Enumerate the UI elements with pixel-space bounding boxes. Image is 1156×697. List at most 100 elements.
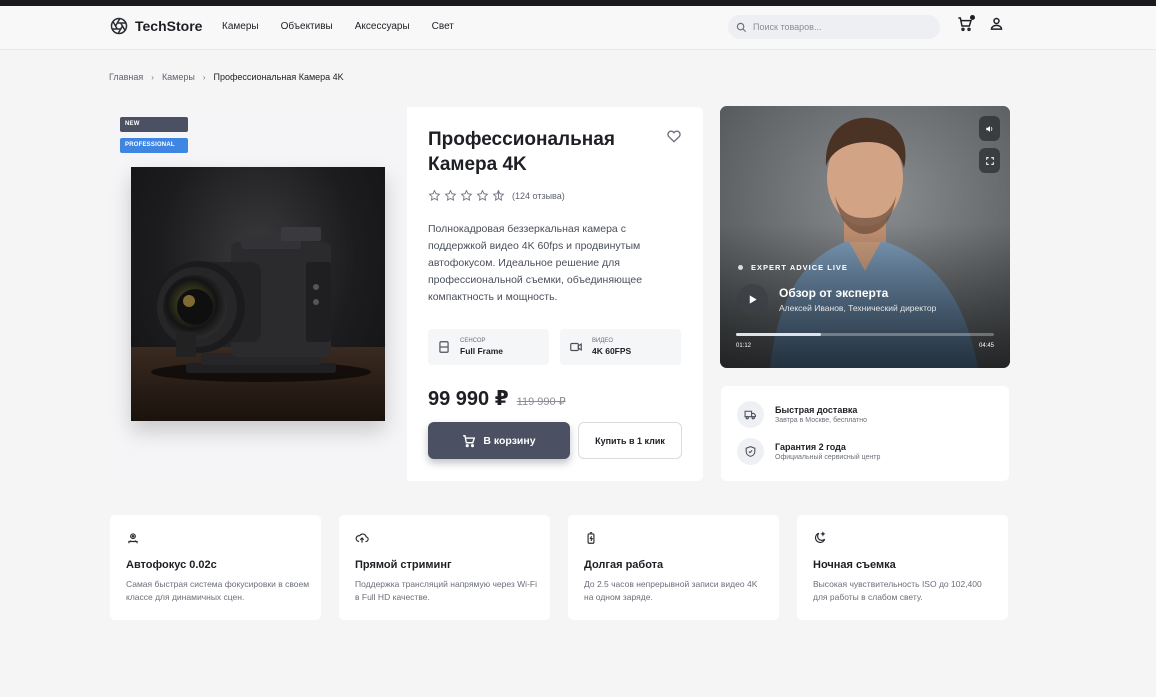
feature-description: Поддержка трансляций напрямую через Wi-F… — [355, 579, 537, 602]
spec-video: Видео 4K 60FPS — [560, 329, 681, 365]
perk-title: Быстрая доставка — [775, 405, 858, 415]
breadcrumb: Главная › Камеры › Профессиональная Каме… — [109, 72, 344, 82]
spec-label: Видео — [592, 338, 614, 344]
truck-icon — [744, 410, 756, 420]
expert-portrait-image — [720, 106, 1010, 368]
shopping-cart-icon — [463, 434, 476, 447]
price: 99 990 ₽ — [428, 388, 509, 410]
cloud-upload-icon — [355, 533, 369, 543]
product-card: NEW PROFESSIONAL Профессиональная Камера… — [110, 107, 703, 481]
old-price: 119 990 ₽ — [516, 396, 566, 408]
focus-icon — [128, 533, 138, 544]
search-icon — [736, 22, 747, 32]
spec-value: 4K 60FPS — [592, 346, 632, 356]
star-half-icon — [492, 189, 505, 201]
fullscreen-icon — [985, 156, 994, 165]
cart-indicator-dot — [970, 15, 975, 20]
star-icon — [428, 189, 441, 201]
breadcrumb-current: Профессиональная Камера 4K — [213, 72, 344, 82]
product-title: Профессиональная Камера 4K — [428, 129, 615, 175]
user-icon — [990, 17, 1003, 30]
volume-button[interactable] — [979, 116, 1000, 141]
video-progress-fill — [736, 333, 822, 336]
feature-card: Автофокус 0.02с Самая быстрая система фо… — [110, 515, 321, 620]
badge-professional: PROFESSIONAL — [120, 138, 188, 153]
live-dot — [738, 265, 743, 270]
buy-one-click-button[interactable]: Купить в 1 клик — [578, 422, 682, 459]
cart-button[interactable] — [957, 15, 975, 32]
perk-icon-wrap — [737, 401, 764, 428]
product-info: Профессиональная Камера 4K (124 отзыва) … — [407, 107, 703, 481]
sensor-icon — [439, 341, 449, 353]
star-icon — [460, 189, 473, 201]
feature-title: Долгая работа — [584, 559, 664, 571]
night-icon — [815, 531, 826, 543]
play-icon — [749, 295, 757, 304]
heart-icon[interactable] — [666, 128, 682, 144]
video-subtitle: Алексей Иванов, Технический директор — [779, 303, 937, 313]
chevron-right-icon: › — [202, 72, 206, 82]
search-input[interactable] — [753, 22, 923, 32]
time-total: 04:45 — [978, 343, 994, 349]
breadcrumb-cameras[interactable]: Камеры — [162, 72, 195, 82]
price-row: 99 990 ₽ 119 990 ₽ — [428, 386, 566, 411]
add-to-cart-button[interactable]: В корзину — [428, 422, 570, 459]
feature-description: Самая быстрая система фокусировки в свое… — [126, 579, 310, 602]
add-to-cart-label: В корзину — [483, 434, 536, 447]
reviews-count[interactable]: (124 отзыва) — [512, 191, 565, 201]
site-header: TechStore Камеры Объективы Аксессуары Св… — [0, 6, 1156, 50]
spec-value: Full Frame — [460, 346, 503, 356]
main-nav: Камеры Объективы Аксессуары Свет — [222, 21, 454, 32]
feature-title: Прямой стриминг — [355, 559, 452, 571]
video-icon — [570, 342, 582, 352]
star-icon — [444, 189, 457, 201]
perk-subtitle: Завтра в Москве, бесплатно — [775, 417, 867, 424]
product-photo[interactable] — [131, 167, 385, 421]
feature-card: Прямой стриминг Поддержка трансляций нап… — [339, 515, 550, 620]
live-tag: EXPERT ADVICE LIVE — [738, 263, 848, 272]
star-icon — [476, 189, 489, 201]
spec-label: Сенсор — [460, 338, 486, 344]
perk-delivery: Быстрая доставка Завтра в Москве, беспла… — [737, 401, 867, 428]
expert-video-player[interactable]: EXPERT ADVICE LIVE Обзор от эксперта Але… — [720, 106, 1010, 368]
play-button[interactable] — [737, 284, 768, 315]
rating: (124 отзыва) — [428, 189, 565, 202]
perk-icon-wrap — [737, 438, 764, 465]
feature-description: Высокая чувствительность ISO до 102,400 … — [813, 579, 982, 602]
shield-icon — [745, 446, 756, 457]
feature-card: Ночная съемка Высокая чувствительность I… — [797, 515, 1008, 620]
breadcrumb-home[interactable]: Главная — [109, 72, 143, 82]
logo[interactable]: TechStore — [110, 17, 202, 35]
fullscreen-button[interactable] — [979, 148, 1000, 173]
product-image-pane: NEW PROFESSIONAL — [110, 107, 407, 481]
account-button[interactable] — [989, 16, 1004, 31]
feature-card: Долгая работа До 2.5 часов непрерывной з… — [568, 515, 779, 620]
time-current: 01:12 — [736, 343, 752, 349]
perk-warranty: Гарантия 2 года Официальный сервисный це… — [737, 438, 880, 465]
brand-name: TechStore — [135, 18, 203, 34]
feature-title: Ночная съемка — [813, 559, 896, 571]
perk-subtitle: Официальный сервисный центр — [775, 454, 881, 461]
nav-item-cameras[interactable]: Камеры — [222, 21, 259, 32]
feature-description: До 2.5 часов непрерывной записи видео 4K… — [584, 579, 758, 602]
aperture-logo-icon — [110, 17, 128, 35]
camera-photo-illustration — [131, 227, 385, 421]
spec-list: Сенсор Full Frame Видео 4K 60FPS — [428, 329, 681, 365]
nav-item-light[interactable]: Свет — [432, 21, 454, 32]
perk-title: Гарантия 2 года — [775, 442, 846, 452]
video-title: Обзор от эксперта — [779, 286, 889, 300]
spec-sensor: Сенсор Full Frame — [428, 329, 549, 365]
product-description: Полнокадровая беззеркальная камера с под… — [428, 223, 643, 303]
nav-item-lenses[interactable]: Объективы — [281, 21, 333, 32]
nav-item-accessories[interactable]: Аксессуары — [355, 21, 410, 32]
search-box — [728, 15, 940, 39]
volume-icon — [985, 125, 992, 132]
video-progress-bar[interactable] — [736, 333, 994, 336]
battery-icon — [587, 532, 595, 544]
live-label: EXPERT ADVICE LIVE — [751, 263, 848, 272]
feature-list: Автофокус 0.02с Самая быстрая система фо… — [110, 515, 1008, 620]
badge-new: NEW — [120, 117, 188, 132]
perks-card: Быстрая доставка Завтра в Москве, беспла… — [721, 386, 1009, 481]
chevron-right-icon: › — [151, 72, 154, 82]
feature-title: Автофокус 0.02с — [126, 559, 217, 571]
